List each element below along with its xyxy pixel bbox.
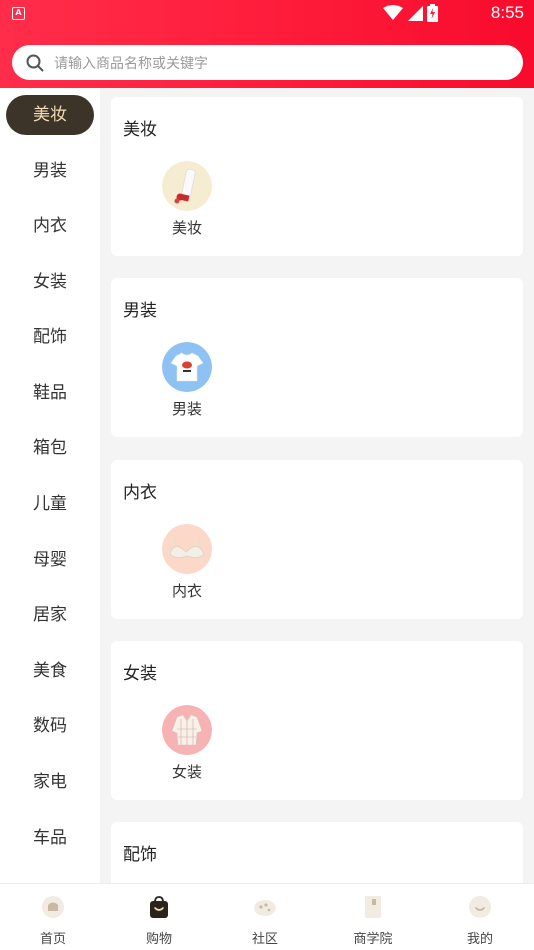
signal-icon [408, 6, 423, 21]
category-card: 女装 女装 [111, 641, 523, 800]
subcategory-item[interactable]: 美妆 [161, 161, 213, 238]
tab-business-school[interactable]: 商学院 [320, 884, 426, 950]
section-title: 美妆 [123, 120, 157, 140]
app-notification-icon: A [12, 7, 25, 20]
tab-label: 首页 [39, 932, 66, 947]
search-input[interactable]: 请输入商品名称或关键字 [12, 45, 523, 80]
sidebar-item-bags[interactable]: 箱包 [0, 428, 100, 468]
status-bar: A 8:55 [0, 0, 534, 28]
tab-shopping[interactable]: 购物 [106, 884, 212, 950]
book-icon [365, 896, 381, 918]
sidebar-item-home[interactable]: 居家 [0, 595, 100, 635]
profile-icon [469, 896, 491, 918]
subcategory-label: 男装 [171, 400, 202, 418]
sidebar-item-accessories[interactable]: 配饰 [0, 317, 100, 357]
section-title: 女装 [123, 664, 157, 684]
tab-community[interactable]: 社区 [212, 884, 318, 950]
category-card: 男装 男装 [111, 278, 523, 437]
battery-icon [427, 4, 438, 22]
tab-label: 我的 [466, 932, 493, 947]
search-icon [26, 54, 44, 71]
subcategory-label: 女装 [171, 763, 202, 781]
section-title: 配饰 [123, 845, 157, 865]
search-placeholder: 请输入商品名称或关键字 [54, 55, 208, 72]
subcategory-item[interactable]: 男装 [161, 342, 213, 419]
sidebar-item-kids[interactable]: 儿童 [0, 484, 100, 524]
bottom-tab-bar: 首页 购物 社区 商学院 我的 [0, 883, 534, 950]
category-card: 美妆 美妆 [111, 97, 523, 256]
cosmetics-tube-icon [162, 161, 212, 211]
sidebar-item-underwear[interactable]: 内衣 [0, 206, 100, 246]
sidebar-item-appliances[interactable]: 家电 [0, 762, 100, 802]
tab-home[interactable]: 首页 [0, 884, 106, 950]
tab-label: 社区 [251, 932, 278, 947]
sidebar-item-womenswear[interactable]: 女装 [0, 262, 100, 302]
tab-label: 商学院 [353, 932, 393, 947]
community-icon [254, 900, 276, 916]
bra-icon [162, 524, 212, 574]
subcategory-label: 美妆 [171, 219, 202, 237]
section-title: 内衣 [123, 483, 157, 503]
sidebar-item-food[interactable]: 美食 [0, 651, 100, 691]
shopping-bag-icon [150, 896, 168, 918]
home-icon [42, 896, 64, 918]
category-content: 美妆 美妆 男装 男装 内衣 内衣 女装 女装 配饰 [100, 88, 534, 883]
header-bar: A 8:55 请输入商品名称或关键字 [0, 0, 534, 88]
blouse-icon [162, 705, 212, 755]
tab-label: 购物 [145, 932, 172, 947]
subcategory-item[interactable]: 女装 [161, 705, 213, 782]
sidebar-item-shoes[interactable]: 鞋品 [0, 373, 100, 413]
sidebar-item-menswear[interactable]: 男装 [0, 151, 100, 191]
category-card: 内衣 内衣 [111, 460, 523, 619]
sidebar-item-car[interactable]: 车品 [0, 818, 100, 858]
subcategory-label: 内衣 [171, 582, 202, 600]
category-sidebar: 美妆 男装 内衣 女装 配饰 鞋品 箱包 儿童 母婴 居家 美食 数码 家电 车… [0, 88, 100, 883]
sidebar-item-digital[interactable]: 数码 [0, 706, 100, 746]
category-card: 配饰 [111, 822, 523, 883]
section-title: 男装 [123, 301, 157, 321]
tshirt-icon [162, 342, 212, 392]
wifi-icon [383, 5, 403, 20]
sidebar-item-baby[interactable]: 母婴 [0, 540, 100, 580]
clock: 8:55 [490, 3, 524, 22]
subcategory-item[interactable]: 内衣 [161, 524, 213, 601]
tab-profile[interactable]: 我的 [427, 884, 533, 950]
sidebar-item-beauty[interactable]: 美妆 [6, 95, 94, 135]
